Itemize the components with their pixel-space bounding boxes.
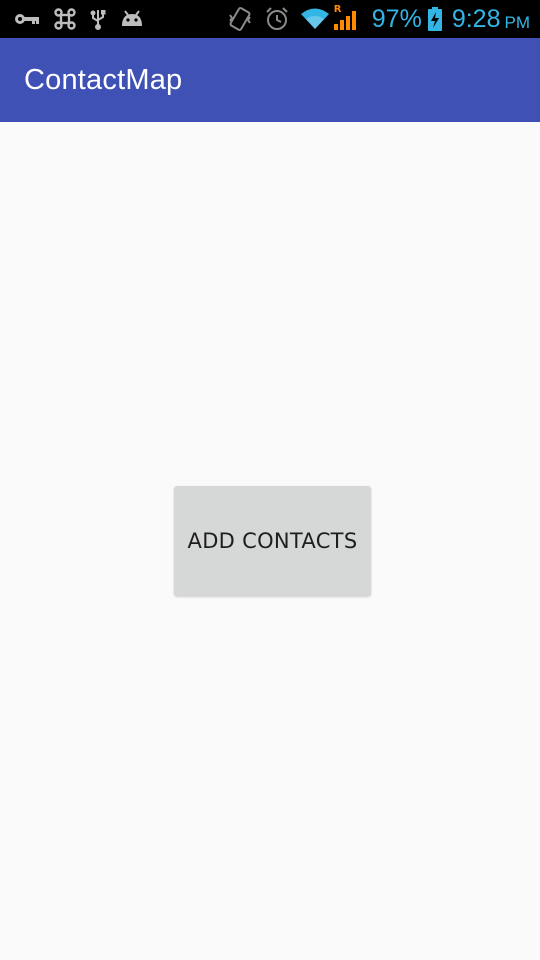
signal-icon: R — [332, 4, 360, 31]
android-debug-icon — [120, 10, 144, 28]
battery-charging-icon — [427, 7, 442, 31]
wifi-icon — [300, 7, 330, 31]
roaming-label: R — [333, 4, 342, 15]
key-icon — [14, 12, 40, 26]
app-title: ContactMap — [24, 64, 183, 96]
vibrate-icon — [228, 6, 252, 32]
usb-icon — [90, 8, 106, 30]
clock-time: 9:28 — [451, 5, 501, 33]
status-bar-notifications — [14, 6, 144, 32]
battery-percent: 97% — [371, 5, 422, 33]
add-contacts-button[interactable]: ADD CONTACTS — [174, 486, 371, 596]
command-icon — [54, 8, 76, 30]
alarm-icon — [264, 6, 290, 32]
status-bar-system: R 97% 9:28 PM — [228, 2, 530, 36]
app-bar: ContactMap — [0, 38, 540, 122]
status-bar: R 97% 9:28 PM — [0, 0, 540, 38]
clock-ampm: PM — [504, 12, 531, 32]
